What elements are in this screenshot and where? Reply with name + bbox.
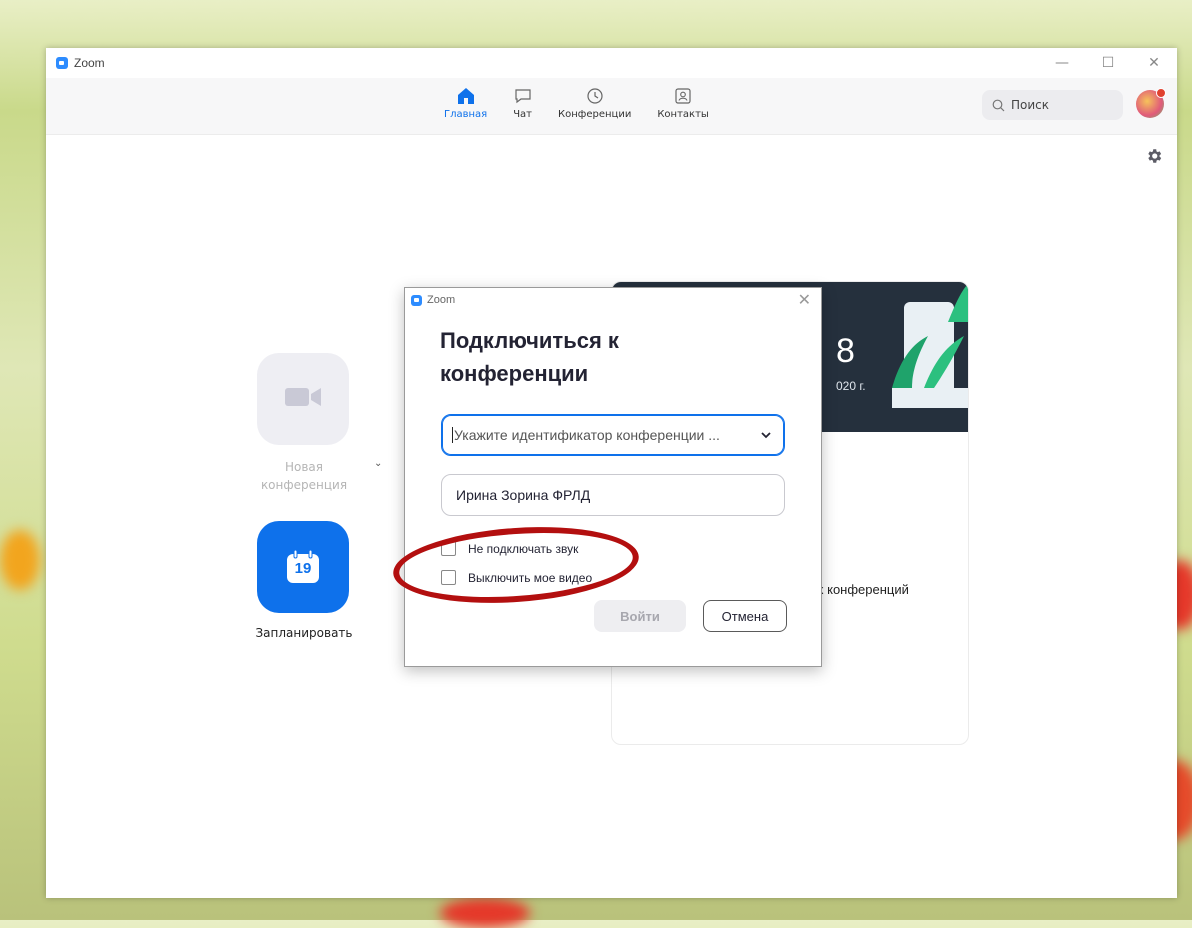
background-flower	[440, 898, 530, 928]
calendar-icon: 19	[285, 549, 321, 585]
background-flower	[0, 530, 40, 590]
video-camera-icon	[283, 384, 323, 414]
close-window-button[interactable]: ✕	[1131, 48, 1177, 78]
tab-home[interactable]: Главная	[444, 86, 487, 120]
dialog-heading: Подключиться к конференции	[440, 328, 619, 386]
minimize-button[interactable]: —	[1039, 48, 1085, 78]
card-time: 8	[836, 332, 855, 370]
settings-gear-icon[interactable]	[1145, 147, 1163, 165]
calendar-day: 19	[294, 560, 312, 577]
tab-contacts-label: Контакты	[657, 109, 709, 120]
clock-icon	[586, 86, 604, 106]
status-dot	[1156, 88, 1166, 98]
new-meeting-dropdown-chevron-icon[interactable]: ⌄	[374, 458, 382, 469]
new-meeting-label: Новая конференция	[260, 460, 348, 492]
tab-chat-label: Чат	[513, 109, 533, 120]
schedule-button[interactable]: 19	[257, 521, 349, 613]
tab-contacts[interactable]: Контакты	[657, 86, 709, 120]
search-icon	[992, 99, 1005, 112]
dialog-title: Zoom	[427, 294, 456, 306]
display-name-value: Ирина Зорина ФРЛД	[456, 487, 591, 503]
window-title: Zoom	[74, 56, 105, 70]
tab-chat[interactable]: Чат	[513, 86, 532, 120]
top-navbar: Главная Чат Конференции Контакты Поиск	[46, 78, 1177, 135]
dialog-close-button[interactable]: ✕	[798, 290, 811, 309]
cancel-button[interactable]: Отмена	[703, 600, 787, 632]
window-controls: — ☐ ✕	[1039, 48, 1177, 78]
display-name-input[interactable]: Ирина Зорина ФРЛД	[441, 474, 785, 516]
zoom-logo-icon	[411, 294, 422, 306]
search-placeholder: Поиск	[1011, 98, 1050, 112]
card-date: 020 г.	[836, 379, 866, 393]
meeting-id-placeholder: Укажите идентификатор конференции ...	[452, 427, 752, 443]
chevron-down-icon[interactable]	[760, 429, 772, 441]
join-meeting-dialog: Zoom ✕ Подключиться к конференции Укажит…	[404, 287, 822, 667]
contacts-icon	[674, 86, 692, 106]
avatar[interactable]	[1136, 88, 1166, 118]
schedule-label: Запланировать	[255, 626, 353, 640]
maximize-button[interactable]: ☐	[1085, 48, 1131, 78]
meeting-id-input[interactable]: Укажите идентификатор конференции ...	[441, 414, 785, 456]
join-button[interactable]: Войти	[594, 600, 686, 632]
zoom-logo-icon	[56, 57, 68, 69]
tab-home-label: Главная	[444, 109, 488, 120]
search-input[interactable]: Поиск	[982, 90, 1123, 120]
dialog-titlebar: Zoom	[405, 288, 821, 312]
nav-tabs: Главная Чат Конференции Контакты	[444, 86, 735, 120]
home-icon	[457, 86, 475, 106]
tab-meetings-label: Конференции	[558, 109, 632, 120]
window-titlebar: Zoom — ☐ ✕	[46, 48, 1177, 78]
tab-meetings[interactable]: Конференции	[558, 86, 631, 120]
new-meeting-button[interactable]	[257, 353, 349, 445]
chat-icon	[514, 86, 532, 106]
card-info-text: х конференций	[817, 582, 909, 597]
